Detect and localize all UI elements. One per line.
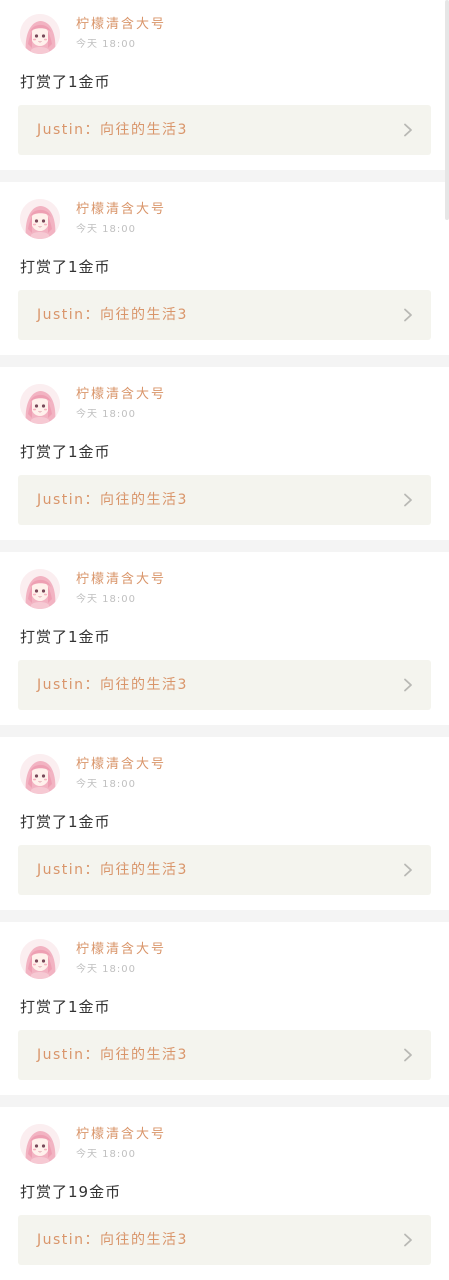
post-link-label: Justin：向往的生活3 [37, 1047, 188, 1063]
post-link[interactable]: Justin：向往的生活3 [18, 660, 431, 710]
post-link-label: Justin：向往的生活3 [37, 122, 188, 138]
username[interactable]: 柠檬清含大号 [76, 17, 166, 33]
timestamp: 今天 18:00 [76, 594, 136, 605]
user-avatar[interactable] [20, 14, 60, 54]
chevron-right-icon [403, 1048, 413, 1062]
post-link-label: Justin：向往的生活3 [37, 492, 188, 508]
post-link-label: Justin：向往的生活3 [37, 307, 188, 323]
timestamp: 今天 18:00 [76, 39, 136, 50]
scrollbar[interactable] [445, 0, 449, 220]
reward-text: 打赏了1金币 [20, 998, 111, 1016]
user-avatar[interactable] [20, 1124, 60, 1164]
post-link-label: Justin：向往的生活3 [37, 862, 188, 878]
post-link[interactable]: Justin：向往的生活3 [18, 475, 431, 525]
reward-text: 打赏了19金币 [20, 1183, 122, 1201]
post-link[interactable]: Justin：向往的生活3 [18, 1030, 431, 1080]
post-link-label: Justin：向往的生活3 [37, 1232, 188, 1248]
user-avatar[interactable] [20, 939, 60, 979]
timestamp: 今天 18:00 [76, 964, 136, 975]
feed-item: 柠檬清含大号 今天 18:00 打赏了1金币 Justin：向往的生活3 [0, 182, 449, 355]
reward-text: 打赏了1金币 [20, 258, 111, 276]
feed-item: 柠檬清含大号 今天 18:00 打赏了1金币 Justin：向往的生活3 [0, 0, 449, 170]
reward-text: 打赏了1金币 [20, 813, 111, 831]
username[interactable]: 柠檬清含大号 [76, 387, 166, 403]
user-avatar[interactable] [20, 569, 60, 609]
reward-text: 打赏了1金币 [20, 628, 111, 646]
post-link[interactable]: Justin：向往的生活3 [18, 1215, 431, 1265]
username[interactable]: 柠檬清含大号 [76, 202, 166, 218]
reward-text: 打赏了1金币 [20, 443, 111, 461]
user-avatar[interactable] [20, 384, 60, 424]
chevron-right-icon [403, 678, 413, 692]
feed-item: 柠檬清含大号 今天 18:00 打赏了1金币 Justin：向往的生活3 [0, 367, 449, 540]
chevron-right-icon [403, 493, 413, 507]
post-link[interactable]: Justin：向往的生活3 [18, 290, 431, 340]
username[interactable]: 柠檬清含大号 [76, 942, 166, 958]
timestamp: 今天 18:00 [76, 409, 136, 420]
post-link[interactable]: Justin：向往的生活3 [18, 845, 431, 895]
feed-item: 柠檬清含大号 今天 18:00 打赏了1金币 Justin：向往的生活3 [0, 922, 449, 1095]
feed-item: 柠檬清含大号 今天 18:00 打赏了1金币 Justin：向往的生活3 [0, 552, 449, 725]
post-link[interactable]: Justin：向往的生活3 [18, 105, 431, 155]
user-avatar[interactable] [20, 754, 60, 794]
username[interactable]: 柠檬清含大号 [76, 572, 166, 588]
user-avatar[interactable] [20, 199, 60, 239]
timestamp: 今天 18:00 [76, 224, 136, 235]
reward-text: 打赏了1金币 [20, 73, 111, 91]
feed-item: 柠檬清含大号 今天 18:00 打赏了1金币 Justin：向往的生活3 [0, 737, 449, 910]
chevron-right-icon [403, 863, 413, 877]
chevron-right-icon [403, 308, 413, 322]
post-link-label: Justin：向往的生活3 [37, 677, 188, 693]
chevron-right-icon [403, 1233, 413, 1247]
username[interactable]: 柠檬清含大号 [76, 1127, 166, 1143]
timestamp: 今天 18:00 [76, 779, 136, 790]
timestamp: 今天 18:00 [76, 1149, 136, 1160]
chevron-right-icon [403, 123, 413, 137]
reward-feed: 柠檬清含大号 今天 18:00 打赏了1金币 Justin：向往的生活3 柠檬清… [0, 0, 449, 1280]
username[interactable]: 柠檬清含大号 [76, 757, 166, 773]
feed-item: 柠檬清含大号 今天 18:00 打赏了19金币 Justin：向往的生活3 [0, 1107, 449, 1280]
